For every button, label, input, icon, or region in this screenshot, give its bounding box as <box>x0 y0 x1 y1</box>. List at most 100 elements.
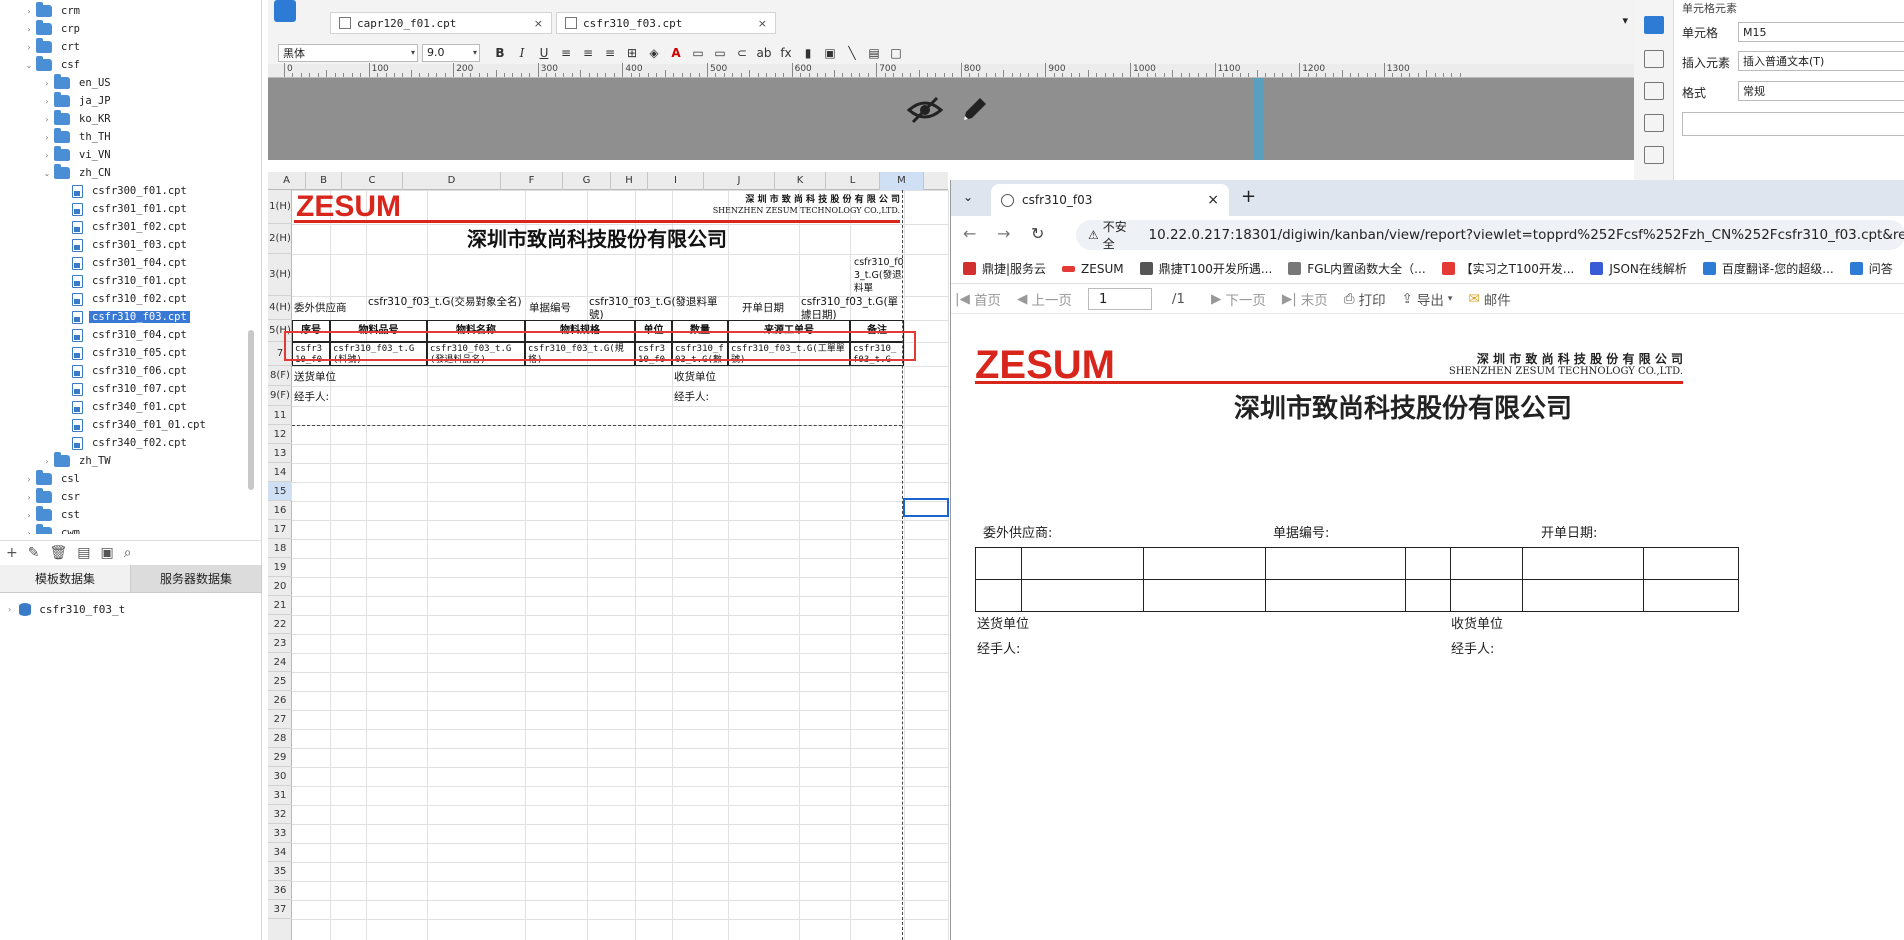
merge-icon[interactable]: ▭ <box>688 44 708 62</box>
row-header-cell[interactable]: 34 <box>268 843 292 862</box>
tree-folder[interactable]: › cst <box>22 506 83 524</box>
column-header-cell[interactable]: I <box>648 172 704 190</box>
font-family-select[interactable]: 黑体 ▾ <box>278 43 418 62</box>
forward-icon[interactable]: → <box>997 224 1010 243</box>
font-color-icon[interactable]: A <box>666 44 686 62</box>
bookmark[interactable]: ZESUM <box>1062 262 1124 276</box>
back-icon[interactable]: ← <box>963 224 976 243</box>
expand-icon[interactable]: › <box>8 605 11 614</box>
column-header-cell[interactable]: B <box>306 172 342 190</box>
handler-cell[interactable]: 经手人: <box>294 389 374 403</box>
row-header-cell[interactable]: 19 <box>268 558 292 577</box>
italic-icon[interactable]: I <box>512 44 532 62</box>
chevron-right-icon[interactable]: › <box>40 151 54 160</box>
company-en[interactable]: SHENZHEN ZESUM TECHNOLOGY CO.,LTD. <box>692 206 900 218</box>
chevron-right-icon[interactable]: › <box>22 529 36 535</box>
row-header-cell[interactable]: 22 <box>268 615 292 634</box>
new-tab-icon[interactable]: + <box>1241 186 1256 207</box>
selected-cell-m15[interactable] <box>903 498 949 517</box>
tree-folder[interactable]: › cwm <box>22 524 83 534</box>
chevron-right-icon[interactable]: › <box>22 43 36 52</box>
border-icon[interactable]: ⊞ <box>622 44 642 62</box>
column-header-cell[interactable]: D <box>403 172 501 190</box>
row-header-cell[interactable]: 21 <box>268 596 292 615</box>
row-header-cell[interactable]: 13 <box>268 444 292 463</box>
row-header-cell[interactable]: 4(H) <box>268 296 292 320</box>
row-header-cell[interactable]: 3(H) <box>268 254 292 296</box>
export-button[interactable]: ⇪ 导出 ▾ <box>1402 289 1453 309</box>
tree-file[interactable]: csfr310_f05.cpt <box>58 344 190 362</box>
tree-file[interactable]: csfr340_f01.cpt <box>58 398 190 416</box>
font-size-select[interactable]: 9.0 ▾ <box>422 43 480 62</box>
tree-folder[interactable]: › crt <box>22 38 83 56</box>
chevron-right-icon[interactable]: › <box>40 97 54 106</box>
row-header-cell[interactable]: 23 <box>268 634 292 653</box>
chevron-down-icon[interactable]: ⌄ <box>22 61 36 70</box>
tree-file[interactable]: csfr310_f01.cpt <box>58 272 190 290</box>
row-header-cell[interactable]: 17 <box>268 520 292 539</box>
link-icon[interactable]: ⊂ <box>732 44 752 62</box>
row-header-cell[interactable]: 36 <box>268 881 292 900</box>
chevron-right-icon[interactable]: › <box>40 457 54 466</box>
dataset-item[interactable]: › csfr310_f03_t <box>8 600 125 618</box>
row-header-cell[interactable]: 24 <box>268 653 292 672</box>
tree-folder[interactable]: › csr <box>22 488 83 506</box>
tree-folder[interactable]: › ja_JP <box>40 92 114 110</box>
fill-color-icon[interactable]: ◈ <box>644 44 664 62</box>
cell-property-icon[interactable] <box>1644 16 1664 34</box>
row-header-cell[interactable]: 28 <box>268 729 292 748</box>
database-icon[interactable]: ▣ <box>100 545 113 561</box>
add-icon[interactable]: + <box>6 545 18 561</box>
row-header-cell[interactable]: 11 <box>268 406 292 425</box>
tree-file[interactable]: csfr310_f02.cpt <box>58 290 190 308</box>
row-header-cell[interactable]: 12 <box>268 425 292 444</box>
tree-folder[interactable]: › zh_TW <box>40 452 114 470</box>
tree-folder[interactable]: › vi_VN <box>40 146 114 164</box>
column-header-cell[interactable]: J <box>704 172 775 190</box>
company-cn-small[interactable]: 深 圳 市 致 尚 科 技 股 份 有 限 公 司 <box>692 192 900 206</box>
row-header-cell[interactable]: 20 <box>268 577 292 596</box>
chevron-down-icon[interactable]: ⌄ <box>40 169 54 178</box>
print-button[interactable]: ⎙ 打印 <box>1344 289 1386 309</box>
row-header-cell[interactable]: 37 <box>268 900 292 919</box>
column-header-cell[interactable]: K <box>775 172 826 190</box>
tab-list-icon[interactable]: ⌄ <box>963 190 973 204</box>
browser-tab[interactable]: csfr310_f03 × <box>991 184 1229 216</box>
preview-icon[interactable]: ▤ <box>77 545 90 561</box>
tree-file[interactable]: csfr310_f04.cpt <box>58 326 190 344</box>
row-header-cell[interactable]: 18 <box>268 539 292 558</box>
tree-file[interactable]: csfr310_f06.cpt <box>58 362 190 380</box>
bookmark[interactable]: 问答 <box>1849 260 1893 277</box>
cell-content-input[interactable] <box>1682 112 1904 136</box>
row-header-cell[interactable]: 27 <box>268 710 292 729</box>
tree-folder[interactable]: › crp <box>22 20 83 38</box>
tree-folder[interactable]: › csl <box>22 470 83 488</box>
tree-folder[interactable]: › en_US <box>40 74 114 92</box>
close-icon[interactable]: × <box>1207 192 1219 208</box>
column-header-cell[interactable]: M <box>880 172 924 190</box>
tree-folder[interactable]: › ko_KR <box>40 110 114 128</box>
chevron-right-icon[interactable]: › <box>40 133 54 142</box>
tree-folder[interactable]: › crm <box>22 2 83 20</box>
tree-file[interactable]: csfr310_f03.cpt <box>58 308 190 326</box>
tree-file[interactable]: csfr310_f07.cpt <box>58 380 190 398</box>
send-unit-cell[interactable]: 送货单位 <box>294 369 374 383</box>
chevron-right-icon[interactable]: › <box>22 475 36 484</box>
underline-icon[interactable]: U <box>534 44 554 62</box>
row-header-cell[interactable]: 26 <box>268 691 292 710</box>
doc-number-label-cell[interactable]: 单据编号 <box>529 300 589 316</box>
unmerge-icon[interactable]: ▭ <box>710 44 730 62</box>
hide-icon[interactable] <box>905 92 945 128</box>
tree-file[interactable]: csfr301_f03.cpt <box>58 236 190 254</box>
row-header-cell[interactable]: 15 <box>268 482 292 501</box>
format-select[interactable]: 常规 <box>1738 81 1904 101</box>
reload-icon[interactable]: ↻ <box>1031 224 1044 243</box>
mail-button[interactable]: ✉ 邮件 <box>1468 289 1510 309</box>
column-header-cell[interactable]: L <box>826 172 880 190</box>
first-page-button[interactable]: |◀ 首页 <box>955 289 1001 309</box>
bold-icon[interactable]: B <box>490 44 510 62</box>
handler-cell[interactable]: 经手人: <box>674 389 754 403</box>
row-header-cell[interactable]: 29 <box>268 748 292 767</box>
page-number-input[interactable]: 1 <box>1087 287 1152 310</box>
chevron-right-icon[interactable]: › <box>40 115 54 124</box>
